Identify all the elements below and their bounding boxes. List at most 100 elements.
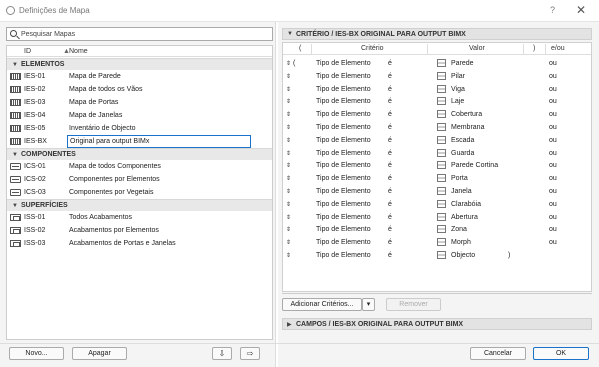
criterion-value[interactable]: Zona (451, 226, 467, 233)
reorder-handle-icon[interactable]: ⇕ (286, 98, 291, 105)
criteria-row[interactable]: ⇕ Tipo de Elemento é Abertura ou (283, 211, 591, 224)
criteria-row[interactable]: ⇕ Tipo de Elemento é Clarabóia ou (283, 198, 591, 211)
criterion-operator[interactable]: é (388, 98, 392, 105)
and-or[interactable]: ou (549, 239, 557, 246)
list-item[interactable]: IES-03 Mapa de Portas (7, 96, 272, 109)
criterion-name[interactable]: Tipo de Elemento (316, 60, 371, 67)
list-item[interactable]: ICS-01 Mapa de todos Componentes (7, 160, 272, 173)
criteria-section-header[interactable]: ▼ CRITÉRIO / IES-BX ORIGINAL PARA OUTPUT… (282, 28, 592, 40)
reorder-handle-icon[interactable]: ⇕ (286, 60, 291, 67)
criterion-name[interactable]: Tipo de Elemento (316, 86, 371, 93)
criterion-value[interactable]: Pilar (451, 73, 465, 80)
reorder-handle-icon[interactable]: ⇕ (286, 201, 291, 208)
reorder-handle-icon[interactable]: ⇕ (286, 252, 291, 259)
export-button[interactable]: ⇨ (240, 347, 260, 360)
schedule-list[interactable]: ID ▲ Nome ▼ ELEMENTOS IES-01 Mapa de Parede… (6, 45, 273, 340)
cancel-button[interactable]: Cancelar (470, 347, 526, 360)
criterion-value[interactable]: Janela (451, 188, 472, 195)
list-item[interactable]: IES-BX Original para output BIMx (7, 135, 272, 148)
add-criteria-menu-button[interactable]: ▾ (362, 298, 375, 311)
criterion-name[interactable]: Tipo de Elemento (316, 201, 371, 208)
criterion-value[interactable]: Objecto (451, 252, 475, 259)
criterion-operator[interactable]: é (388, 226, 392, 233)
reorder-handle-icon[interactable]: ⇕ (286, 111, 291, 118)
criterion-operator[interactable]: é (388, 150, 392, 157)
criterion-value[interactable]: Viga (451, 86, 465, 93)
criteria-row[interactable]: ⇕ Tipo de Elemento é Janela ou (283, 185, 591, 198)
criterion-operator[interactable]: é (388, 60, 392, 67)
criterion-name[interactable]: Tipo de Elemento (316, 73, 371, 80)
and-or[interactable]: ou (549, 188, 557, 195)
and-or[interactable]: ou (549, 162, 557, 169)
criterion-name[interactable]: Tipo de Elemento (316, 137, 371, 144)
close-paren[interactable]: ) (508, 252, 510, 259)
and-or[interactable]: ou (549, 111, 557, 118)
reorder-handle-icon[interactable]: ⇕ (286, 86, 291, 93)
criteria-row[interactable]: ⇕ Tipo de Elemento é Morph ou (283, 236, 591, 249)
criterion-operator[interactable]: é (388, 124, 392, 131)
criterion-name[interactable]: Tipo de Elemento (316, 175, 371, 182)
criterion-name[interactable]: Tipo de Elemento (316, 111, 371, 118)
criterion-value[interactable]: Guarda (451, 150, 474, 157)
and-or[interactable]: ou (549, 175, 557, 182)
search-input[interactable]: Pesquisar Mapas (6, 27, 273, 41)
reorder-handle-icon[interactable]: ⇕ (286, 124, 291, 131)
remove-button[interactable]: Remover (386, 298, 441, 311)
reorder-handle-icon[interactable]: ⇕ (286, 162, 291, 169)
criterion-operator[interactable]: é (388, 239, 392, 246)
criteria-row[interactable]: ⇕ Tipo de Elemento é Zona ou (283, 223, 591, 236)
criterion-value[interactable]: Morph (451, 239, 471, 246)
and-or[interactable]: ou (549, 73, 557, 80)
and-or[interactable]: ou (549, 201, 557, 208)
ok-button[interactable]: OK (533, 347, 589, 360)
list-item[interactable]: ISS-03 Acabamentos de Portas e Janelas (7, 237, 272, 250)
group-header[interactable]: ▼ SUPERFÍCIES (7, 199, 272, 211)
criteria-row[interactable]: ⇕ Tipo de Elemento é Laje ou (283, 95, 591, 108)
reorder-handle-icon[interactable]: ⇕ (286, 226, 291, 233)
criterion-value[interactable]: Clarabóia (451, 201, 481, 208)
and-or[interactable]: ou (549, 150, 557, 157)
criterion-operator[interactable]: é (388, 252, 392, 259)
criteria-row[interactable]: ⇕ Tipo de Elemento é Parede Cortina ou (283, 159, 591, 172)
reorder-handle-icon[interactable]: ⇕ (286, 150, 291, 157)
and-or[interactable]: ou (549, 86, 557, 93)
list-item[interactable]: IES-02 Mapa de todos os Vãos (7, 83, 272, 96)
criterion-value[interactable]: Cobertura (451, 111, 482, 118)
list-item[interactable]: ICS-02 Componentes por Elementos (7, 173, 272, 186)
criterion-name[interactable]: Tipo de Elemento (316, 252, 371, 259)
list-item[interactable]: ISS-02 Acabamentos por Elementos (7, 224, 272, 237)
list-item[interactable]: ICS-03 Componentes por Vegetais (7, 186, 272, 199)
criterion-operator[interactable]: é (388, 162, 392, 169)
criterion-name[interactable]: Tipo de Elemento (316, 214, 371, 221)
criterion-name[interactable]: Tipo de Elemento (316, 150, 371, 157)
import-button[interactable]: ⇩ (212, 347, 232, 360)
criterion-operator[interactable]: é (388, 201, 392, 208)
criterion-value[interactable]: Laje (451, 98, 464, 105)
criteria-row[interactable]: ⇕ Tipo de Elemento é Pilar ou (283, 70, 591, 83)
group-header[interactable]: ▼ ELEMENTOS (7, 58, 272, 70)
criterion-name[interactable]: Tipo de Elemento (316, 226, 371, 233)
criterion-name[interactable]: Tipo de Elemento (316, 162, 371, 169)
criterion-value[interactable]: Porta (451, 175, 468, 182)
list-item[interactable]: IES-01 Mapa de Parede (7, 70, 272, 83)
list-item[interactable]: ISS-01 Todos Acabamentos (7, 211, 272, 224)
schedule-name[interactable]: Original para output BIMx (67, 135, 251, 148)
list-header-name[interactable]: Nome (69, 48, 88, 55)
criterion-operator[interactable]: é (388, 188, 392, 195)
new-button[interactable]: Novo... (9, 347, 64, 360)
criterion-operator[interactable]: é (388, 214, 392, 221)
reorder-handle-icon[interactable]: ⇕ (286, 188, 291, 195)
criteria-row[interactable]: ⇕(Tipo de Elemento é Parede ou (283, 57, 591, 70)
criteria-row[interactable]: ⇕ Tipo de Elemento é Porta ou (283, 172, 591, 185)
criterion-value[interactable]: Membrana (451, 124, 484, 131)
reorder-handle-icon[interactable]: ⇕ (286, 214, 291, 221)
add-criteria-button[interactable]: Adicionar Critérios... (282, 298, 362, 311)
criteria-row[interactable]: ⇕ Tipo de Elemento é Guarda ou (283, 147, 591, 160)
delete-button[interactable]: Apagar (72, 347, 127, 360)
criterion-name[interactable]: Tipo de Elemento (316, 239, 371, 246)
reorder-handle-icon[interactable]: ⇕ (286, 137, 291, 144)
reorder-handle-icon[interactable]: ⇕ (286, 175, 291, 182)
criteria-row[interactable]: ⇕ Tipo de Elemento é Membrana ou (283, 121, 591, 134)
and-or[interactable]: ou (549, 60, 557, 67)
list-header-id[interactable]: ID (24, 48, 31, 55)
